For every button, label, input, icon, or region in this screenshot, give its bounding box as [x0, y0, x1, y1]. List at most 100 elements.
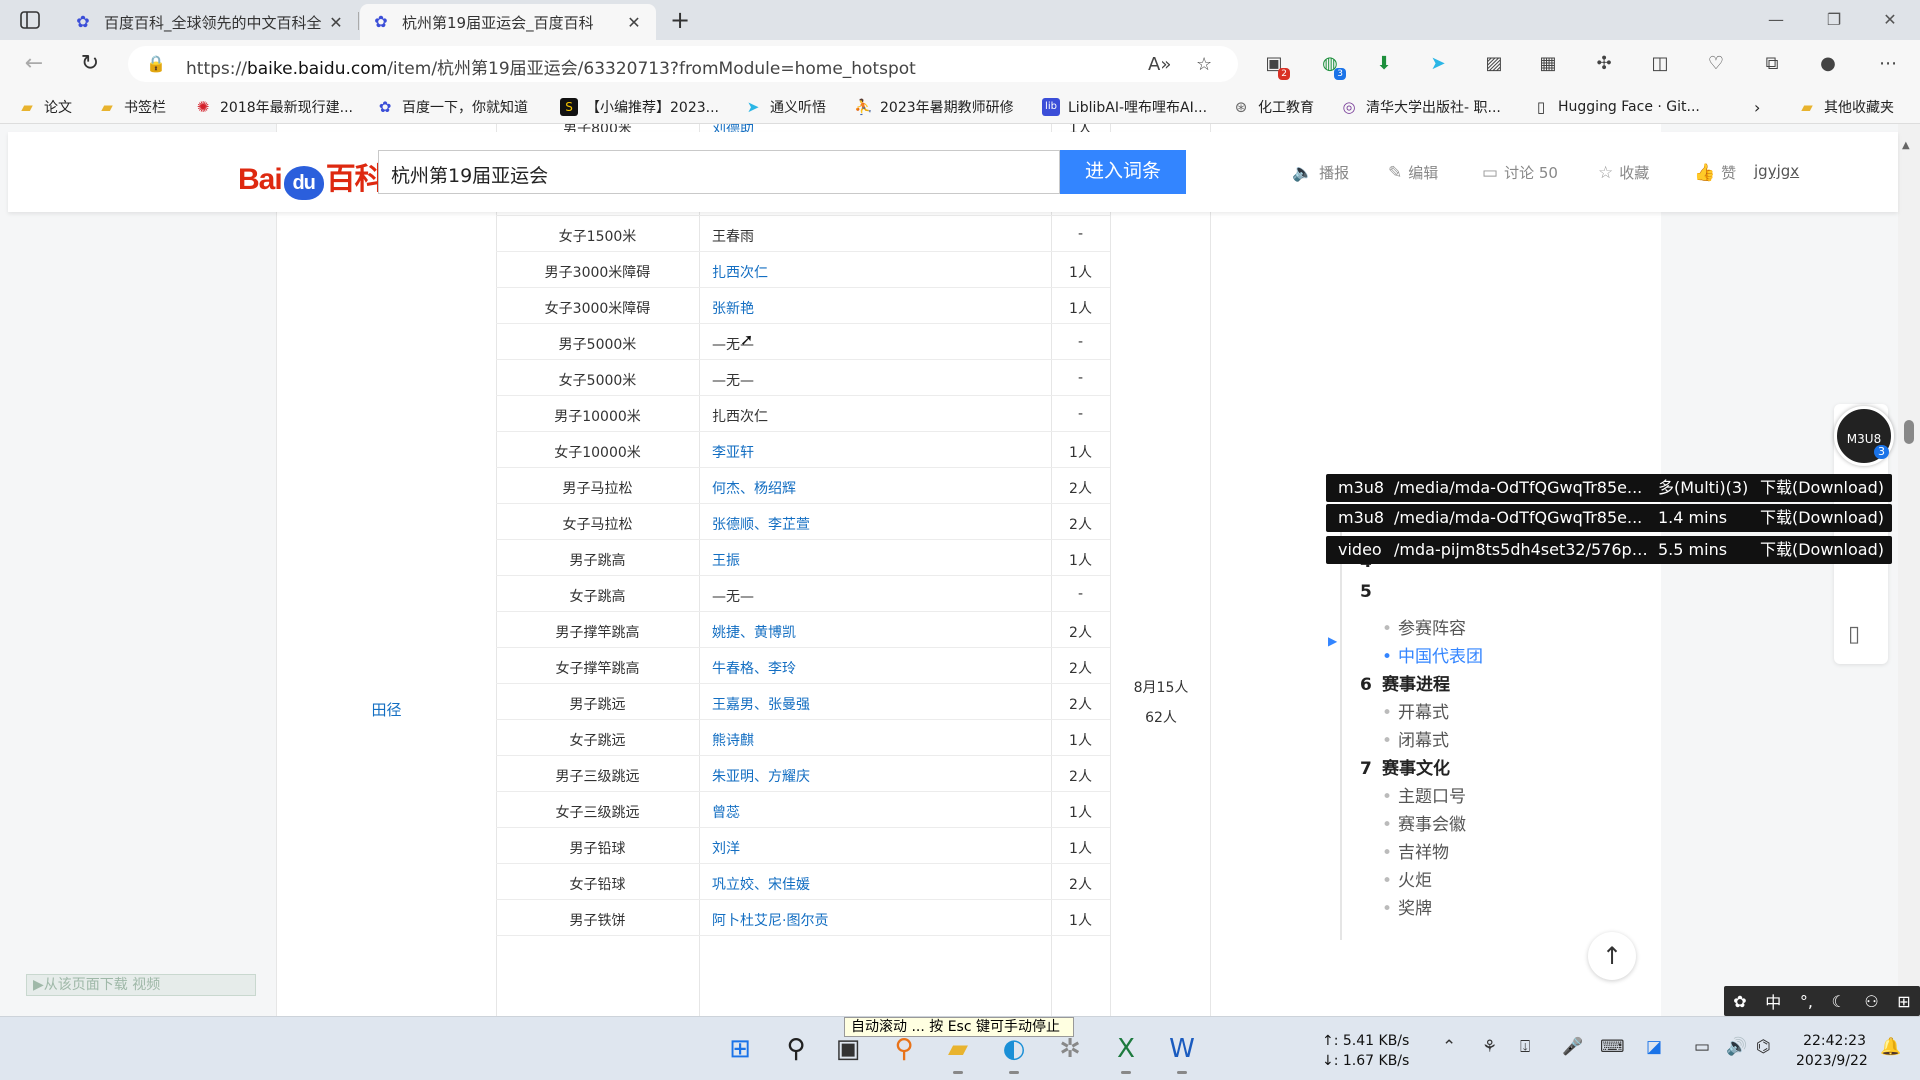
bookmarks-overflow-chevron-icon[interactable]: › — [1754, 96, 1760, 118]
bookmark-item[interactable]: ➤ 通义听悟 — [744, 96, 826, 118]
ime-chinese-mode[interactable]: 中 — [1765, 989, 1781, 1013]
toc-subitem[interactable]: • 火炬 — [1382, 866, 1432, 891]
network-icon[interactable]: ⌬ — [1756, 1037, 1771, 1057]
toc-subitem[interactable]: • 闭幕式 — [1382, 726, 1449, 751]
lock-icon[interactable]: 🔒 — [146, 54, 166, 73]
refresh-button[interactable]: ↻ — [74, 50, 106, 78]
show-hidden-icons-chevron-icon[interactable]: ⌃ — [1442, 1037, 1456, 1057]
athlete-link[interactable]: 朱亚明 — [712, 769, 754, 785]
like-button[interactable]: 👍 赞 — [1694, 162, 1736, 183]
image-icon[interactable]: ▨ — [1482, 52, 1506, 76]
download-arrow-icon[interactable]: ⬇ — [1372, 52, 1396, 76]
split-screen-icon[interactable]: ◫ — [1648, 52, 1672, 76]
broadcast-button[interactable]: 🔈 播报 — [1292, 162, 1349, 183]
toc-heading[interactable]: 6 赛事进程 — [1360, 670, 1450, 695]
vertical-scrollbar[interactable]: ▲ — [1898, 124, 1920, 1016]
enter-entry-button[interactable]: 进入词条 — [1060, 150, 1186, 194]
athlete-link[interactable]: 杨绍辉 — [754, 481, 796, 497]
bookmark-item[interactable]: ⊛ 化工教育 — [1232, 96, 1314, 118]
profile-icon[interactable]: ● — [1816, 52, 1840, 76]
bookmark-item[interactable]: ◎ 清华大学出版社- 职... — [1340, 96, 1500, 118]
tray-app-icon[interactable]: ⚘ — [1482, 1037, 1497, 1057]
notification-bell-icon[interactable]: 🔔 — [1880, 1037, 1901, 1057]
toc-subitem[interactable]: • 吉祥物 — [1382, 838, 1449, 863]
athlete-link[interactable]: 牛春格 — [712, 661, 754, 677]
close-tab-icon[interactable]: ✕ — [624, 13, 644, 32]
bookmark-item[interactable]: lib LiblibAI-哩布哩布AI... — [1042, 96, 1207, 118]
favorite-button[interactable]: ☆ 收藏 — [1598, 162, 1649, 183]
athlete-link[interactable]: 宋佳媛 — [768, 877, 810, 893]
athlete-link[interactable]: 黄博凯 — [754, 625, 796, 641]
restore-icon[interactable]: ❐ — [1814, 6, 1854, 34]
toc-subitem[interactable]: • 参赛阵容 — [1382, 614, 1466, 639]
other-bookmarks-folder[interactable]: ▰ 其他收藏夹 — [1798, 96, 1894, 118]
microphone-icon[interactable]: 🎤 — [1562, 1037, 1583, 1057]
url-text[interactable]: https://baike.baidu.com/item/杭州第19届亚运会/6… — [186, 54, 916, 79]
close-window-icon[interactable]: ✕ — [1870, 6, 1910, 34]
toc-subitem[interactable]: • 主题口号 — [1382, 782, 1466, 807]
download-button[interactable]: 下载(Download) — [1760, 474, 1884, 502]
more-menu-icon[interactable]: ⋯ — [1876, 52, 1900, 76]
url-bar[interactable]: 🔒 https://baike.baidu.com/item/杭州第19届亚运会… — [128, 46, 1238, 82]
athlete-link[interactable]: 熊诗麒 — [712, 733, 754, 749]
bookmark-item[interactable]: ✿ 百度一下，你就知道 — [376, 96, 528, 118]
athlete-link[interactable]: 曾蕊 — [712, 805, 740, 821]
athlete-link[interactable]: 李芷萱 — [768, 517, 810, 533]
edit-button[interactable]: ✎ 编辑 — [1388, 162, 1438, 183]
bookmark-item[interactable]: ▯ Hugging Face · Git... — [1532, 96, 1700, 118]
toc-heading[interactable]: 7 赛事文化 — [1360, 754, 1450, 779]
ime-punctuation[interactable]: °, — [1800, 992, 1813, 1011]
excel-icon[interactable]: X — [1108, 1031, 1144, 1074]
qr-code-icon[interactable]: ▦ — [1536, 52, 1560, 76]
page-video-download-hint[interactable]: ▶从该页面下载 视频 — [26, 974, 256, 996]
toc-subitem[interactable]: • 赛事会徽 — [1382, 810, 1466, 835]
start-windows-icon[interactable]: ⊞ — [722, 1031, 758, 1067]
ime-grid-icon[interactable]: ⊞ — [1897, 992, 1910, 1011]
bookmark-item[interactable]: ▰ 论文 — [18, 96, 72, 118]
extensions-puzzle-icon[interactable]: ✣ — [1592, 52, 1616, 76]
toc-subitem[interactable]: • 中国代表团 — [1382, 642, 1483, 667]
download-button[interactable]: 下载(Download) — [1760, 504, 1884, 532]
athlete-link[interactable]: 姚捷 — [712, 625, 740, 641]
athlete-link[interactable]: 张新艳 — [712, 301, 754, 317]
volume-icon[interactable]: 🔊 — [1726, 1037, 1747, 1057]
tab-asian-games[interactable]: ✿ 杭州第19届亚运会_百度百科 ✕ — [360, 4, 656, 40]
baidu-baike-logo[interactable]: Bai du 百科 — [238, 154, 385, 200]
word-icon[interactable]: W — [1164, 1031, 1200, 1074]
bookmark-item[interactable]: ⛹ 2023年暑期教师研修 — [854, 96, 1014, 118]
system-clock[interactable]: 22:42:23 2023/9/22 — [1796, 1031, 1868, 1071]
athlete-link[interactable]: 扎西次仁 — [712, 265, 768, 281]
search-icon[interactable]: ⚲ — [778, 1031, 814, 1067]
favorite-star-icon[interactable]: ☆ — [1196, 54, 1212, 75]
athlete-link[interactable]: 李玲 — [768, 661, 796, 677]
extension-red-icon[interactable]: ▣ 2 — [1262, 52, 1290, 80]
ime-user-icon[interactable]: ⚇ — [1864, 992, 1878, 1011]
display-icon[interactable]: ▭ — [1694, 1037, 1710, 1057]
athlete-link[interactable]: 张曼强 — [768, 697, 810, 713]
baidu-netdisk-icon[interactable]: ◪ — [1646, 1037, 1662, 1057]
performance-heart-icon[interactable]: ♡ — [1704, 52, 1728, 76]
athlete-link[interactable]: 王嘉男 — [712, 697, 754, 713]
athlete-link[interactable]: 李亚轩 — [712, 445, 754, 461]
user-link[interactable]: jgyjgx — [1754, 162, 1799, 180]
bookmark-item[interactable]: S 【小编推荐】2023... — [560, 96, 719, 118]
athlete-link[interactable]: 刘洋 — [712, 841, 740, 857]
toc-subitem[interactable]: • 奖牌 — [1382, 894, 1432, 919]
ime-tray-icon[interactable]: ⌨ — [1600, 1037, 1625, 1057]
bookmark-item[interactable]: ✺ 2018年最新现行建... — [194, 96, 353, 118]
collections-icon[interactable]: ⧉ — [1760, 52, 1784, 76]
scroll-up-arrow-icon[interactable]: ▲ — [1902, 140, 1910, 151]
close-tab-icon[interactable]: ✕ — [326, 13, 346, 32]
back-button[interactable]: ← — [18, 50, 50, 78]
read-aloud-icon[interactable]: A» — [1148, 54, 1171, 75]
m3u8-downloader-button[interactable]: M3U8 3 — [1834, 406, 1894, 466]
paw-icon[interactable]: ✿ — [1733, 992, 1746, 1011]
bookmark-item[interactable]: ▰ 书签栏 — [98, 96, 166, 118]
discuss-button[interactable]: ▭ 讨论 50 — [1482, 162, 1558, 183]
toc-subitem[interactable]: • 开幕式 — [1382, 698, 1449, 723]
tablet-icon[interactable]: ▯ — [1848, 622, 1860, 647]
tab-actions-icon[interactable] — [16, 8, 44, 32]
back-to-top-button[interactable]: ↑ — [1588, 932, 1636, 980]
sport-link[interactable]: 田径 — [277, 699, 496, 720]
ime-moon-icon[interactable]: ☾ — [1831, 992, 1845, 1011]
